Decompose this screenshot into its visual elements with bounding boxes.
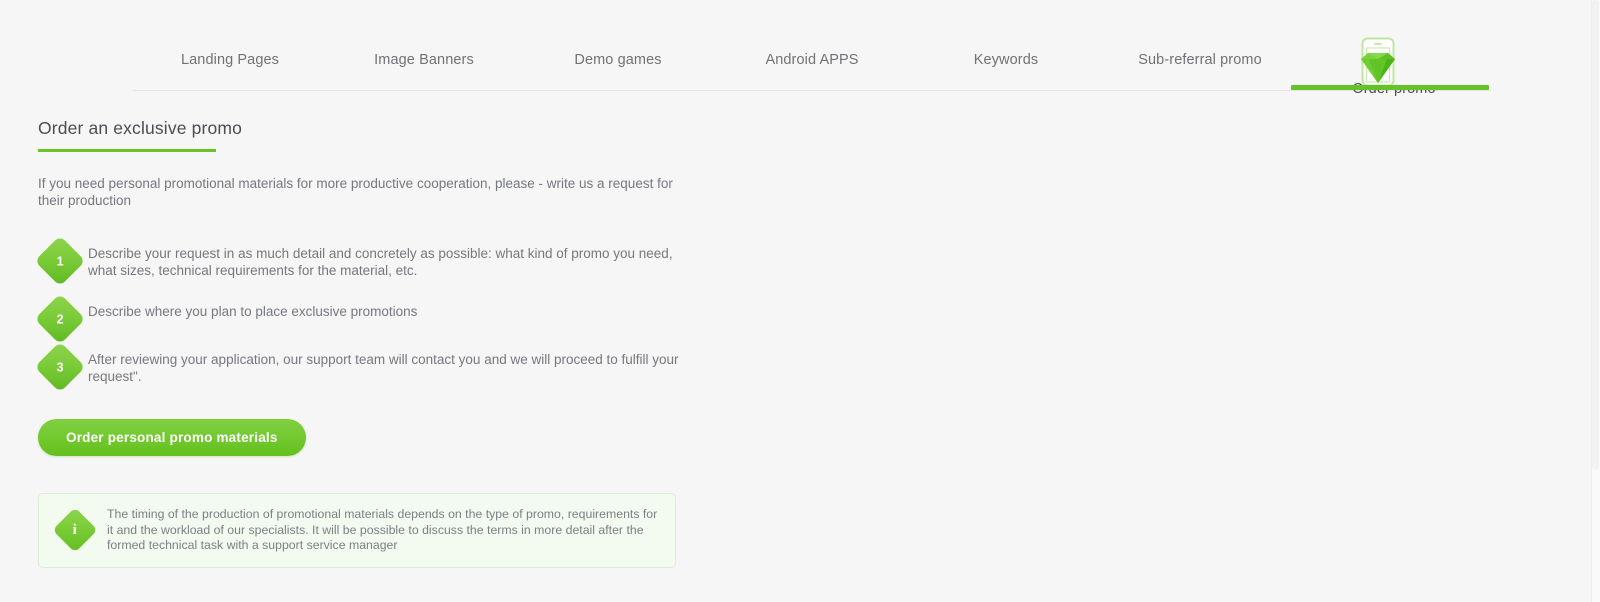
intro-paragraph: If you need personal promotional materia… [38,176,673,208]
step-text: After reviewing your application, our su… [88,352,679,384]
list-item: 1 Describe your request in as much detai… [34,235,738,287]
primary-navigation: Landing Pages Image Banners Demo games A… [133,0,1491,97]
tab-label: Image Banners [374,52,474,68]
phone-diamond-icon [1357,37,1399,87]
sidebar-item-landing-pages[interactable]: Landing Pages [133,52,327,90]
tab-sub-referral-promo[interactable]: Sub-referral promo [1103,52,1297,90]
tab-image-banners[interactable]: Image Banners [327,52,521,90]
tab-label: Android APPS [765,52,859,68]
list-item: 2 Describe where you plan to place exclu… [34,293,738,345]
step-text: Describe your request in as much detail … [88,246,673,278]
tab-demo-games[interactable]: Demo games [521,52,715,90]
page-scrollbar[interactable] [1591,0,1600,602]
active-tab-indicator [1291,85,1489,90]
steps-list: 1 Describe your request in as much detai… [34,235,738,393]
step-number-badge: 2 [34,293,86,345]
tab-label: Demo games [574,52,662,68]
tab-label: Landing Pages [180,52,280,68]
main-content: Order an exclusive promo If you need per… [34,118,738,568]
scrollbar-thumb[interactable] [1592,0,1599,470]
step-number-badge: 1 [34,235,86,287]
step-number: 2 [56,311,64,326]
tab-android-apps[interactable]: Android APPS [715,52,909,90]
order-personal-promo-materials-button[interactable]: Order personal promo materials [38,419,306,456]
title-underline [38,149,216,152]
page-title: Order an exclusive promo [38,118,242,138]
info-note-text: The timing of the production of promotio… [107,507,658,552]
tab-label: Keywords [973,52,1039,68]
list-item: 3 After reviewing your application, our … [34,341,738,393]
tab-keywords[interactable]: Keywords [909,52,1103,90]
step-number-badge: 3 [34,341,86,393]
info-icon-glyph: i [72,521,78,538]
step-number: 3 [56,359,64,374]
step-text: Describe where you plan to place exclusi… [88,304,418,319]
step-number: 1 [56,253,64,268]
nav-tab-row: Landing Pages Image Banners Demo games A… [133,0,1491,97]
tab-label: Sub-referral promo [1138,52,1262,68]
info-note: i The timing of the production of promot… [38,493,676,568]
info-icon: i [52,507,98,553]
